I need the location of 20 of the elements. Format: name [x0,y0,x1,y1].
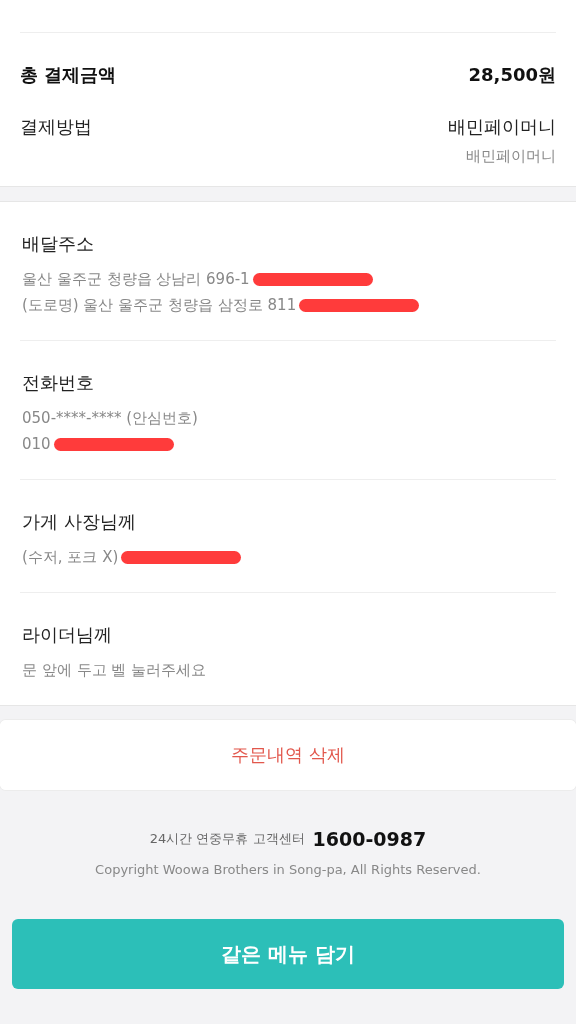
detail-title: 전화번호 [22,371,95,395]
detail-text: 050-****-**** (안심번호) [22,408,198,429]
total-amount: 28,500원 [468,63,556,87]
detail-text: (도로명) 울산 울주군 청량읍 삼정로 811 [22,295,297,316]
payment-method-label: 결제방법 [20,115,92,139]
support-phone: 1600-0987 [312,828,427,850]
delete-order-button[interactable]: 주문내역 삭제 [0,720,576,790]
detail-text: 울산 울주군 청량읍 상남리 696-1 [22,269,250,290]
detail-text: 문 앞에 두고 벨 눌러주세요 [22,660,207,681]
detail-title: 가게 사장님께 [22,510,137,534]
copyright-text: Copyright Woowa Brothers in Song-pa, All Rights Reserved. [95,862,481,877]
detail-title: 라이더님께 [22,623,113,647]
total-label: 총 결제금액 [20,63,117,87]
detail-text: 010 [22,434,51,455]
detail-title: 배달주소 [22,232,95,256]
detail-text: (수저, 포크 X) [22,547,119,568]
payment-method-value: 배민페이머니 [448,115,556,139]
reorder-button[interactable]: 같은 메뉴 담기 [12,919,564,989]
support-label: 24시간 연중무휴 고객센터 [149,830,305,848]
payment-method-detail: 배민페이머니 [466,147,556,166]
